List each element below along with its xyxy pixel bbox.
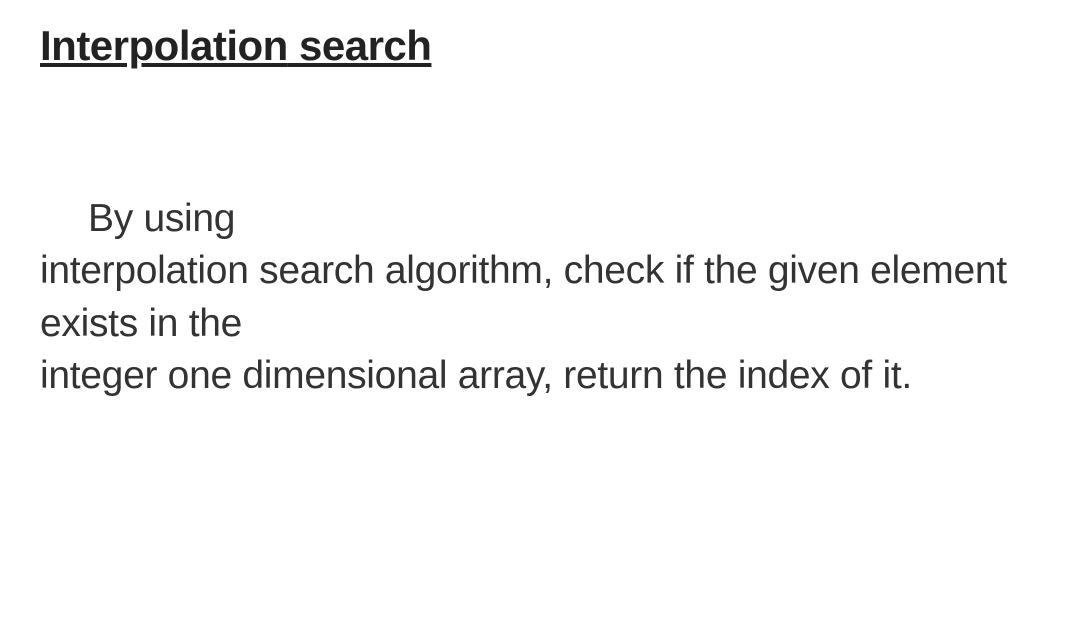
body-line-1: By using bbox=[40, 193, 1040, 246]
body-line-3: integer one dimensional array, return th… bbox=[40, 350, 1040, 403]
title-line-1: Interpolation bbox=[40, 22, 288, 69]
body-line-2: interpolation search algorithm, check if… bbox=[40, 245, 1040, 350]
document-body: By using interpolation search algorithm,… bbox=[40, 193, 1040, 404]
document-title: Interpolation search bbox=[40, 20, 1040, 73]
title-line-2: search bbox=[299, 22, 431, 69]
